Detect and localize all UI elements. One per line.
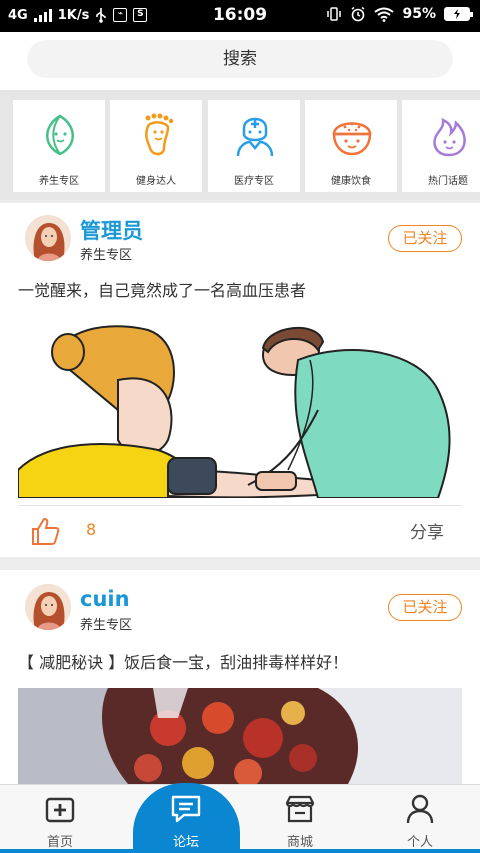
wifi-icon <box>374 7 395 22</box>
post-zone: 养生专区 <box>80 618 133 633</box>
shop-icon <box>285 795 315 823</box>
nav-shop[interactable]: 商城 <box>240 785 360 853</box>
leaf-face-icon <box>46 114 74 156</box>
alarm-icon <box>352 6 365 22</box>
category-label: 健身达人 <box>136 176 176 187</box>
battery-percent: 95% <box>402 6 436 22</box>
category-label: 热门话题 <box>428 176 468 187</box>
user-icon <box>406 794 434 824</box>
nav-label: 论坛 <box>172 835 199 850</box>
category-label: 健康饮食 <box>331 176 371 187</box>
search-section: 搜索 <box>0 32 480 90</box>
category-healthy-diet[interactable]: 健康饮食 <box>305 100 397 192</box>
follow-button[interactable]: 已关注 <box>388 225 462 252</box>
search-bar[interactable]: 搜索 <box>27 40 453 78</box>
home-plus-icon <box>45 797 75 823</box>
post-text: 一觉醒来，自己竟然成了一名高血压患者 <box>18 281 307 300</box>
post-card[interactable]: cuin 养生专区 已关注 【 减肥秘诀 】饭后食一宝，刮油排毒样样好！ <box>0 570 480 784</box>
battery-icon <box>444 7 473 21</box>
category-health-preservation[interactable]: 养生专区 <box>13 100 105 192</box>
category-label: 养生专区 <box>39 176 79 187</box>
post-actions: 8 分享 <box>18 505 462 555</box>
avatar[interactable] <box>25 584 71 630</box>
post-zone: 养生专区 <box>80 248 133 263</box>
status-bar: 4G 1K/s ⌁ S 16:09 95% <box>0 0 480 32</box>
thumbs-up-icon[interactable] <box>30 516 60 546</box>
rice-bowl-icon <box>332 122 372 156</box>
post-image[interactable] <box>18 320 462 498</box>
category-label: 医疗专区 <box>234 176 274 187</box>
nav-profile[interactable]: 个人 <box>360 785 480 853</box>
bottom-strip <box>0 849 480 853</box>
forum-icon <box>171 795 201 823</box>
post-username[interactable]: cuin <box>80 587 130 611</box>
category-fitness[interactable]: 健身达人 <box>110 100 202 192</box>
medical-person-icon <box>236 117 274 157</box>
bottom-nav: 首页 论坛 商城 个人 <box>0 783 480 853</box>
post-text: 【 减肥秘诀 】饭后食一宝，刮油排毒样样好！ <box>18 653 349 672</box>
follow-button[interactable]: 已关注 <box>388 594 462 621</box>
like-count: 8 <box>86 520 97 539</box>
category-medical[interactable]: 医疗专区 <box>208 100 300 192</box>
nav-forum[interactable]: 论坛 <box>126 785 246 853</box>
avatar[interactable] <box>25 215 71 261</box>
nav-label: 商城 <box>286 835 313 850</box>
post-card[interactable]: 管理员 养生专区 已关注 一觉醒来，自己竟然成了一名高血压患者 8 分享 <box>0 203 480 557</box>
share-button[interactable]: 分享 <box>410 518 444 543</box>
nav-home[interactable]: 首页 <box>0 785 120 853</box>
foot-icon <box>145 113 174 156</box>
category-hot-topics[interactable]: 热门话题 <box>402 100 480 192</box>
vibrate-icon <box>327 7 342 21</box>
nav-label: 个人 <box>406 835 433 850</box>
flame-icon <box>433 117 466 157</box>
category-row: 养生专区 健身达人 医疗专区 健康饮食 热门话题 <box>0 90 480 200</box>
nav-label: 首页 <box>46 835 73 850</box>
post-image[interactable] <box>18 688 462 784</box>
post-username[interactable]: 管理员 <box>80 215 143 245</box>
